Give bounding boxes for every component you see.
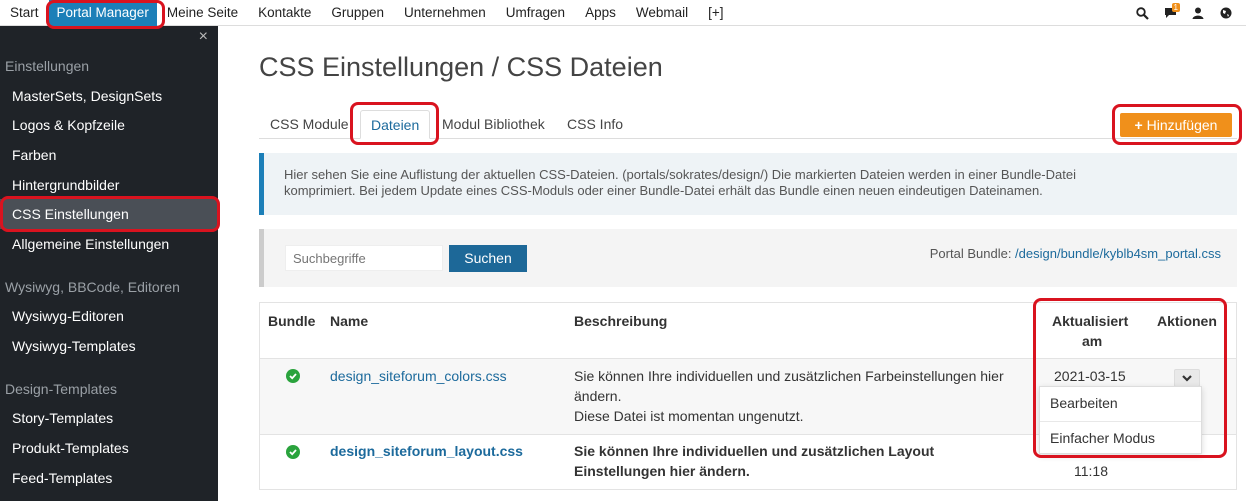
check-icon: [286, 445, 300, 459]
sidebar-item-feed-templates[interactable]: Feed-Templates: [0, 463, 218, 493]
info-text: komprimiert. Bei jedem Update eines CSS-…: [284, 183, 1043, 198]
description: ändern.: [574, 388, 622, 404]
user-icon[interactable]: [1184, 0, 1212, 26]
sidebar-section-title: Einstellungen: [5, 58, 90, 74]
sidebar-section-title: Design-Templates: [5, 381, 118, 397]
search-panel: Suchen Portal Bundle: /design/bundle/kyb…: [259, 229, 1237, 287]
nav-apps[interactable]: Apps: [575, 0, 626, 26]
portal-bundle-label: Portal Bundle:: [929, 246, 1016, 261]
tab-css-info[interactable]: CSS Info: [557, 110, 633, 139]
portal-bundle: Portal Bundle: /design/bundle/kyblb4sm_p…: [930, 246, 1221, 261]
tab-modul-bibliothek[interactable]: Modul Bibliothek: [432, 110, 555, 139]
file-link[interactable]: design_siteforum_layout.css: [330, 441, 523, 461]
nav-unternehmen[interactable]: Unternehmen: [394, 0, 496, 26]
sidebar-item-produkt-templates[interactable]: Produkt-Templates: [0, 433, 218, 463]
nav-umfragen[interactable]: Umfragen: [496, 0, 575, 26]
sidebar-item-mastersets[interactable]: MasterSets, DesignSets: [0, 81, 218, 111]
nav-meine-seite[interactable]: Meine Seite: [157, 0, 248, 26]
annotation-highlight: [1112, 104, 1242, 145]
description: Diese Datei ist momentan ungenutzt.: [574, 408, 804, 424]
sidebar-item-allgemeine-einstellungen[interactable]: Allgemeine Einstellungen: [0, 229, 218, 259]
search-input[interactable]: [285, 245, 443, 271]
search-icon[interactable]: [1128, 0, 1156, 26]
notification-badge: 1: [1171, 3, 1180, 12]
description: Einstellungen hier ändern.: [574, 463, 750, 479]
comment-icon[interactable]: 1: [1156, 0, 1184, 26]
sidebar-item-wysiwyg-editoren[interactable]: Wysiwyg-Editoren: [0, 301, 218, 331]
tab-css-module[interactable]: CSS Module: [260, 110, 359, 139]
page-title: CSS Einstellungen / CSS Dateien: [259, 52, 663, 82]
sidebar-item-story-templates[interactable]: Story-Templates: [0, 403, 218, 433]
top-icons: 1: [1128, 0, 1240, 26]
updated-time: 11:18: [1074, 463, 1108, 479]
nav-webmail[interactable]: Webmail: [626, 0, 698, 26]
sidebar-item-farben[interactable]: Farben: [0, 140, 218, 170]
sidebar-item-logos[interactable]: Logos & Kopfzeile: [0, 110, 218, 140]
nav-more[interactable]: [+]: [698, 0, 733, 26]
sidebar-section-title: Wysiwyg, BBCode, Editoren: [5, 279, 180, 295]
info-box: Hier sehen Sie eine Auflistung der aktue…: [259, 153, 1237, 215]
column-header-beschreibung: Beschreibung: [574, 313, 668, 329]
annotation-highlight: [350, 102, 439, 145]
nav-start[interactable]: Start: [0, 0, 49, 26]
sidebar: × Einstellungen MasterSets, DesignSets L…: [0, 26, 218, 501]
globe-icon[interactable]: [1212, 0, 1240, 26]
column-header-bundle: Bundle: [268, 313, 316, 329]
annotation-highlight: [1033, 298, 1227, 458]
description: Sie können Ihre individuellen und zusätz…: [574, 443, 935, 459]
nav-gruppen[interactable]: Gruppen: [321, 0, 394, 26]
column-header-name: Name: [330, 313, 369, 329]
nav-kontakte[interactable]: Kontakte: [248, 0, 321, 26]
annotation-highlight: [0, 196, 220, 232]
description: Sie können Ihre individuellen und zusätz…: [574, 368, 1004, 384]
annotation-highlight: [46, 0, 165, 29]
search-button[interactable]: Suchen: [449, 245, 527, 272]
file-link[interactable]: design_siteforum_colors.css: [330, 366, 507, 386]
close-icon[interactable]: ×: [199, 28, 208, 46]
top-navbar: Start Portal Manager Meine Seite Kontakt…: [0, 0, 1246, 26]
info-text: Hier sehen Sie eine Auflistung der aktue…: [284, 167, 1076, 182]
portal-bundle-link[interactable]: /design/bundle/kyblb4sm_portal.css: [1015, 246, 1221, 261]
check-icon: [286, 369, 300, 383]
sidebar-item-wysiwyg-templates[interactable]: Wysiwyg-Templates: [0, 331, 218, 361]
